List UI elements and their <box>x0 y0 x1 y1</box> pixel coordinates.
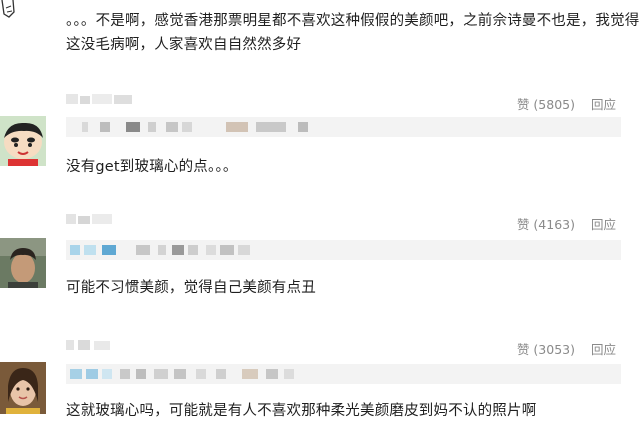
reply-button[interactable]: 回应 <box>591 342 616 357</box>
user-avatar[interactable] <box>0 0 22 20</box>
username-blurred[interactable] <box>66 94 136 104</box>
photo-avatar-icon <box>0 238 46 288</box>
comment-text: 没有get到玻璃心的点。。。 <box>66 159 238 175</box>
comment-text: 。。。不是啊，感觉香港那票明星都不喜欢这种假假的美颜吧，之前佘诗曼不也是，我觉得… <box>66 13 640 53</box>
username-blurred[interactable] <box>66 214 126 224</box>
cartoon-avatar-icon <box>0 0 22 20</box>
quoted-reply-blurred <box>66 364 621 384</box>
user-avatar[interactable] <box>0 116 46 166</box>
like-button[interactable]: 赞 (3053) <box>517 342 575 357</box>
user-avatar[interactable] <box>0 362 46 414</box>
comment-actions: 赞 (5805) 回应 <box>505 94 616 113</box>
comment-text: 可能不习惯美颜，觉得自己美颜有点丑 <box>66 280 316 296</box>
username-blurred[interactable] <box>66 340 126 350</box>
comment-actions: 赞 (4163) 回应 <box>505 214 616 233</box>
quoted-reply-blurred <box>66 117 621 137</box>
reply-button[interactable]: 回应 <box>591 217 616 232</box>
like-button[interactable]: 赞 (5805) <box>517 97 575 112</box>
user-avatar[interactable] <box>0 238 46 288</box>
like-button[interactable]: 赞 (4163) <box>517 217 575 232</box>
quoted-reply-blurred <box>66 240 621 260</box>
photo-avatar-icon <box>0 362 46 414</box>
comment-actions: 赞 (3053) 回应 <box>505 339 616 358</box>
crayon-shin-chan-avatar-icon <box>0 116 46 166</box>
reply-button[interactable]: 回应 <box>591 97 616 112</box>
comment-text: 这就玻璃心吗，可能就是有人不喜欢那种柔光美颜磨皮到妈不认的照片啊 <box>66 403 537 419</box>
